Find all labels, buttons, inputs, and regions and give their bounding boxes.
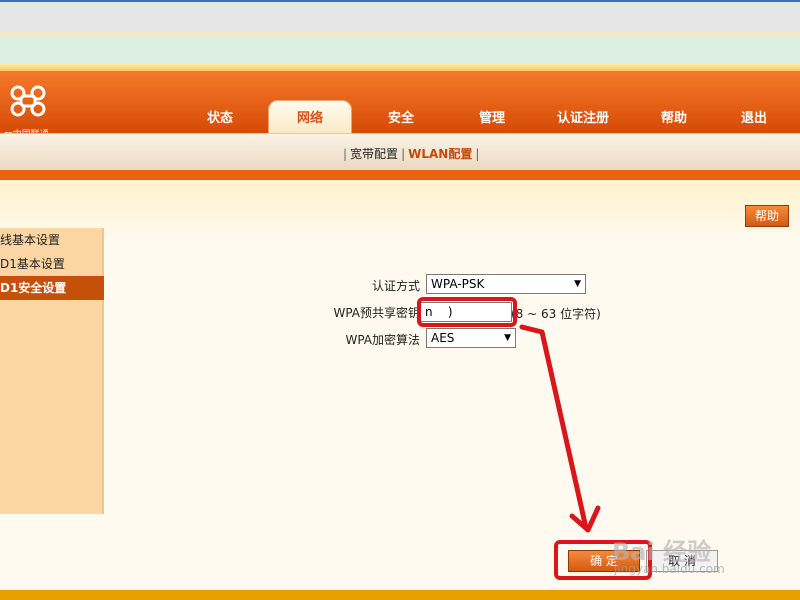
annotation-arrow [519, 324, 601, 533]
bottom-bar [0, 590, 800, 600]
baidu-watermark-url: jingyan.baidu.com [614, 562, 725, 576]
